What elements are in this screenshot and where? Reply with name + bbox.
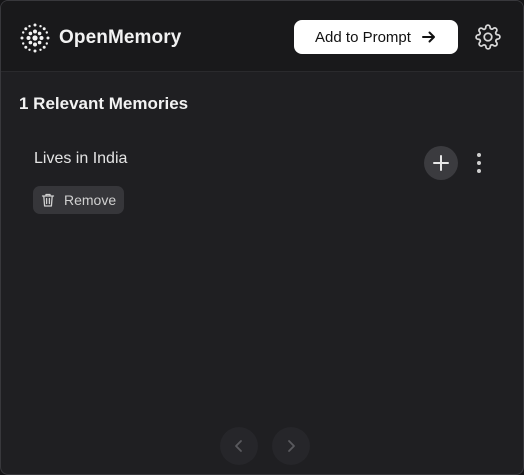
remove-label: Remove <box>64 192 117 208</box>
chevron-right-icon <box>288 440 295 452</box>
previous-page-button[interactable] <box>220 427 258 465</box>
next-page-button[interactable] <box>272 427 310 465</box>
header: OpenMemory Add to Prompt <box>1 1 523 72</box>
trash-icon <box>41 193 55 207</box>
remove-memory-button[interactable]: Remove <box>33 186 124 214</box>
arrow-right-icon <box>421 31 435 43</box>
add-memory-button[interactable] <box>424 146 458 180</box>
add-to-prompt-button[interactable]: Add to Prompt <box>294 20 458 54</box>
memories-count-title: 1 Relevant Memories <box>19 94 189 113</box>
app-title: OpenMemory <box>59 27 182 48</box>
more-vertical-icon[interactable] <box>469 149 489 177</box>
add-to-prompt-label: Add to Prompt <box>315 28 411 46</box>
openmemory-logo-icon <box>20 23 50 53</box>
openmemory-panel: OpenMemory Add to Prompt 1 Relevant Memo… <box>0 0 524 475</box>
gear-icon[interactable] <box>475 24 501 50</box>
memory-text: Lives in India <box>34 150 128 167</box>
chevron-left-icon <box>235 440 242 452</box>
plus-icon <box>433 155 449 171</box>
